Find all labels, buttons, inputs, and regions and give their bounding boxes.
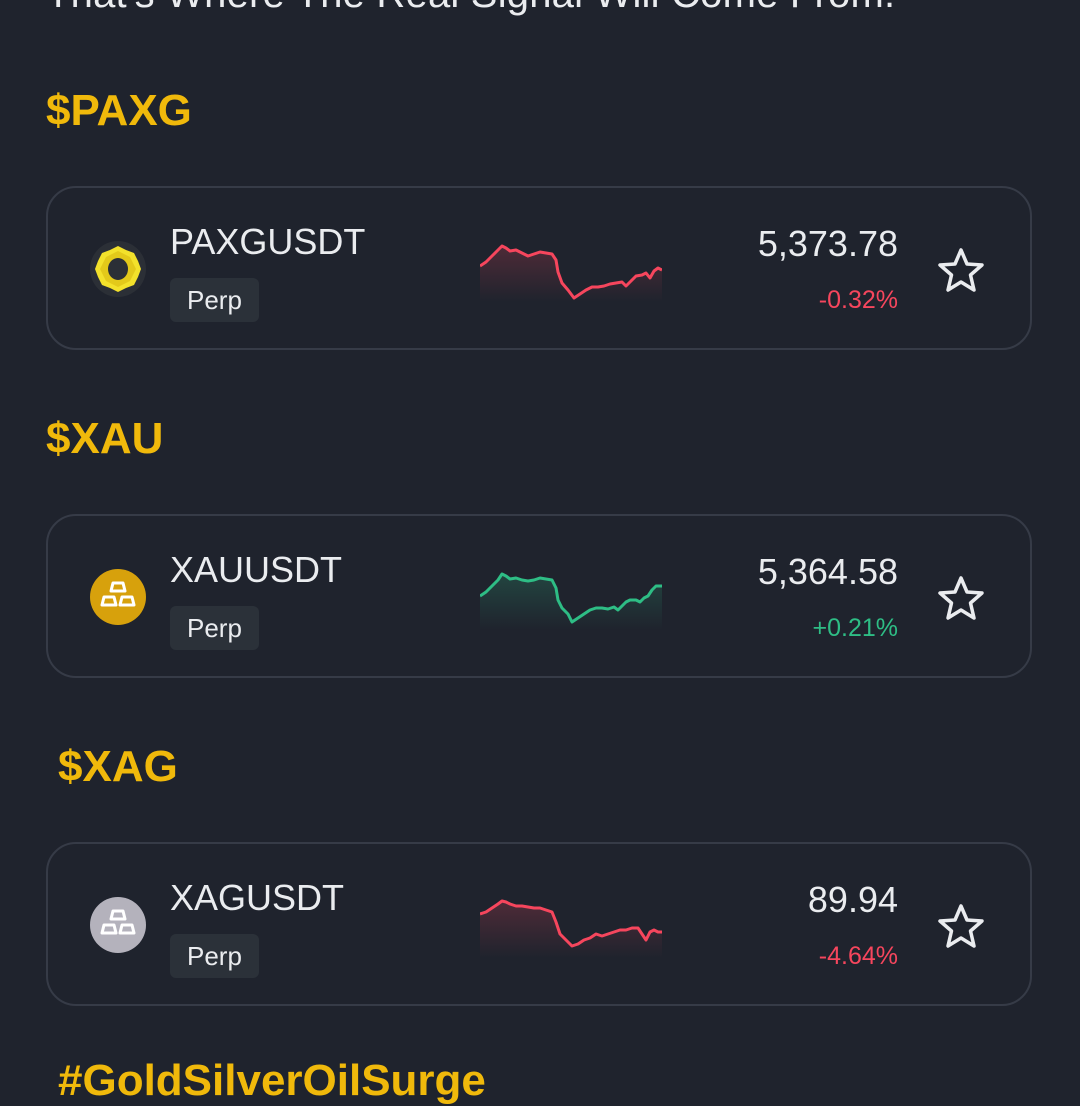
header-text: That's Where The Real Signal Will Come F… [46, 0, 895, 17]
gold-bars-icon [90, 569, 146, 625]
last-price: 89.94 [807, 879, 898, 920]
silver-bars-icon [90, 897, 146, 953]
price-sparkline [480, 238, 662, 302]
price-change-percent: -0.32% [818, 286, 898, 314]
market-card-xagusdt[interactable]: XAGUSDT Perp 89.94 -4.64% [46, 842, 1032, 1006]
last-price: 5,373.78 [757, 223, 898, 264]
symbol-name: XAGUSDT [170, 877, 345, 918]
favorite-star-icon[interactable] [936, 574, 986, 624]
last-price: 5,364.58 [757, 551, 898, 592]
favorite-star-icon[interactable] [936, 902, 986, 952]
section-title-xag: $XAG [58, 742, 178, 791]
perp-badge: Perp [170, 606, 259, 650]
price-change-percent: +0.21% [812, 614, 899, 642]
symbol-name: XAUUSDT [170, 549, 343, 590]
price-sparkline [480, 894, 662, 958]
section-title-paxg: $PAXG [46, 86, 192, 135]
favorite-star-icon[interactable] [936, 246, 986, 296]
section-title-xau: $XAU [46, 414, 164, 463]
symbol-name: PAXGUSDT [170, 221, 366, 262]
perp-badge: Perp [170, 278, 259, 322]
market-card-xauusdt[interactable]: XAUUSDT Perp 5,364.58 +0.21% [46, 514, 1032, 678]
price-sparkline [480, 566, 662, 630]
paxg-coin-icon [90, 241, 146, 297]
hashtag-text: #GoldSilverOilSurge [58, 1056, 486, 1105]
price-change-percent: -4.64% [818, 942, 898, 970]
market-card-paxgusdt[interactable]: PAXGUSDT Perp 5,373.78 -0.32% [46, 186, 1032, 350]
perp-badge: Perp [170, 934, 259, 978]
